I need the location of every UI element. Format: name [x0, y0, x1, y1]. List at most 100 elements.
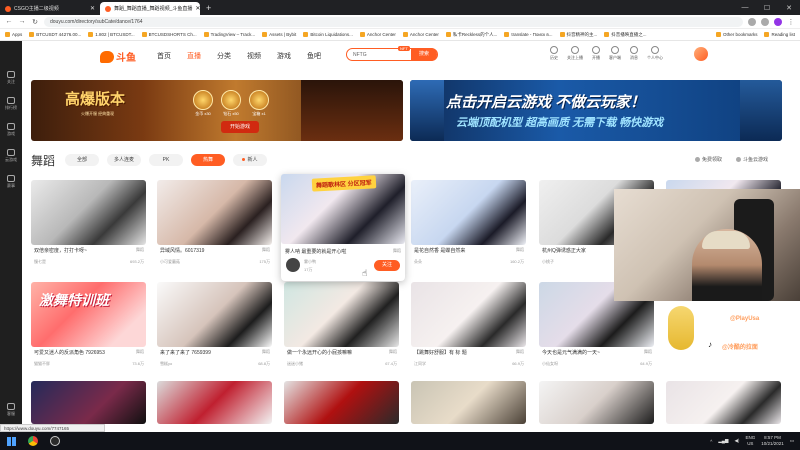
filter-chip[interactable]: PK	[149, 154, 183, 166]
other-bookmarks[interactable]: Other bookmarks	[715, 32, 757, 37]
chevron-up-icon[interactable]: ^	[710, 439, 712, 444]
profile-center-button[interactable]: 个人中心	[647, 46, 663, 61]
bookmark-item[interactable]: 私卡Reckless的个人...	[445, 32, 497, 38]
douyu-logo[interactable]: 斗鱼	[100, 49, 136, 64]
sidebar-item-esports[interactable]: 赛事	[7, 175, 15, 189]
language-indicator[interactable]: ENG US	[745, 435, 755, 447]
stream-thumbnail[interactable]	[157, 381, 272, 424]
stream-thumbnail[interactable]	[411, 180, 526, 245]
close-icon[interactable]: ✕	[90, 5, 95, 12]
nav-item-fishbar[interactable]: 鱼吧	[307, 51, 321, 61]
cloud-game-link[interactable]: 斗鱼云游戏	[736, 156, 768, 163]
start-game-button[interactable]: 开始游戏	[221, 121, 259, 133]
search-button[interactable]: 搜索	[411, 48, 437, 61]
stream-thumbnail[interactable]	[411, 282, 526, 347]
stream-thumbnail[interactable]	[666, 381, 781, 424]
stream-card[interactable]: 【跳舞好舒服】有 标 题 舞蹈 江同学 66.9万	[411, 282, 526, 375]
stream-thumbnail[interactable]: 激舞特训班	[31, 282, 146, 347]
stream-card[interactable]	[666, 381, 781, 424]
clock[interactable]: 8:57 PM 10/21/2021	[761, 435, 784, 447]
stream-thumbnail[interactable]	[411, 381, 526, 424]
stream-card[interactable]	[31, 381, 146, 424]
sidebar-item-service[interactable]: 客服	[7, 403, 15, 417]
stream-thumbnail[interactable]	[31, 381, 146, 424]
browser-tab[interactable]: CSGO主播二级视频 ✕	[0, 2, 100, 15]
taskbar-app-obs[interactable]	[44, 432, 66, 450]
bookmark-item[interactable]: Apps	[5, 32, 22, 37]
reading-list[interactable]: Reading list	[764, 32, 795, 37]
reload-icon[interactable]: ↻	[31, 18, 39, 26]
go-live-button[interactable]: 开播	[592, 46, 600, 61]
stream-thumbnail[interactable]	[31, 180, 146, 245]
forward-icon[interactable]: →	[18, 18, 26, 25]
close-window-icon[interactable]: ✕	[778, 4, 800, 12]
stream-thumbnail[interactable]: 舞蹈歌林区 分区冠军	[281, 174, 405, 244]
stream-card[interactable]	[284, 381, 399, 424]
stream-card[interactable]: 来了来了来了 7659399 舞蹈 雪糕yo 68.8万	[157, 282, 272, 375]
following-button[interactable]: 关注上播	[567, 46, 583, 61]
stream-thumbnail[interactable]	[284, 282, 399, 347]
extension-icon[interactable]	[761, 17, 769, 26]
extension-icon[interactable]	[748, 17, 756, 26]
bookmark-item[interactable]: 抖音播映直播之...	[604, 32, 647, 38]
bookmark-item[interactable]: Anchor Center	[402, 32, 439, 37]
start-button[interactable]	[0, 432, 22, 450]
free-claim-link[interactable]: 免费领取	[695, 156, 722, 163]
taskbar-app-chrome[interactable]	[22, 432, 44, 450]
sidebar-item-ranking[interactable]: 排行榜	[5, 97, 17, 111]
browser-tab-active[interactable]: 舞蹈_舞蹈直播_舞蹈视频_斗鱼直播 ✕	[100, 2, 200, 15]
avatar[interactable]	[286, 258, 300, 272]
stream-thumbnail[interactable]	[539, 381, 654, 424]
search-box[interactable]: NFTG 搜索	[346, 48, 438, 61]
nav-item-home[interactable]: 首页	[157, 51, 171, 61]
notification-icon[interactable]: ▭	[790, 438, 794, 444]
stream-card[interactable]	[157, 381, 272, 424]
nav-item-video[interactable]: 视频	[247, 51, 261, 61]
stream-thumbnail[interactable]	[157, 282, 272, 347]
avatar[interactable]	[694, 47, 708, 61]
bookmark-item[interactable]: 1.802 | BTCUSDT...	[88, 32, 135, 37]
sidebar-item-game[interactable]: 游戏	[7, 123, 15, 137]
nav-item-category[interactable]: 分类	[217, 51, 231, 61]
client-button[interactable]: 客户端	[609, 46, 621, 61]
bookmark-item[interactable]: BTCUSDSHORTS Ch...	[141, 32, 197, 37]
stream-card[interactable]	[539, 381, 654, 424]
maximize-icon[interactable]: ☐	[756, 4, 778, 12]
bookmark-item[interactable]: Anchor Center	[359, 32, 396, 37]
bookmark-item[interactable]: Bitcoin Liquidations...	[303, 32, 353, 37]
bookmark-item[interactable]: 抖音精神的主...	[559, 32, 597, 38]
back-icon[interactable]: ←	[5, 18, 13, 25]
stream-card[interactable]: 激舞特训班 可爱又迷人的反派角色 7926953 舞蹈 猫猫不胖 73.6万	[31, 282, 146, 375]
history-button[interactable]: 历史	[550, 46, 558, 61]
cloud-game-banner[interactable]: 点击开启云游戏 不做云玩家！ 云端顶配机型 超高画质 无需下载 畅快游戏	[410, 80, 782, 141]
stream-card[interactable]: 做一个永远开心的小屁孩嘛嘛 舞蹈 迷迷小猪 67.4万	[284, 282, 399, 375]
stream-card[interactable]	[411, 381, 526, 424]
stream-thumbnail[interactable]	[157, 180, 272, 245]
filter-chip-active[interactable]: 热舞	[191, 154, 225, 166]
nav-item-games[interactable]: 游戏	[277, 51, 291, 61]
minimize-icon[interactable]: —	[734, 4, 756, 11]
bookmark-item[interactable]: TradingView – Track...	[203, 32, 255, 37]
messages-button[interactable]: 消息	[630, 46, 638, 61]
filter-chip[interactable]: 多人连麦	[107, 154, 141, 166]
sidebar-item-cloud-game[interactable]: 云游戏	[5, 149, 17, 163]
stream-thumbnail[interactable]	[284, 381, 399, 424]
follow-button[interactable]: 关注	[374, 260, 400, 271]
sidebar-item-follow[interactable]: 关注	[7, 71, 15, 85]
filter-chip[interactable]: 全部	[65, 154, 99, 166]
bookmark-item[interactable]: BTCUSDT 44276.00...	[29, 32, 81, 37]
game-banner-left[interactable]: 高爆版本 火爆开服 经典重现 金币 x30 钻石 x50 宝箱 x1 开始游戏	[31, 80, 403, 141]
network-icon[interactable]: ▂▄▆	[718, 438, 728, 444]
stream-card[interactable]: 异域风情。6017319 舞蹈 小可爱蘑菇 175万	[157, 180, 272, 273]
profile-icon[interactable]	[774, 17, 782, 26]
stream-card[interactable]: 双倍亲密度，打打卡呀~ 舞蹈 慢七是 693.2万	[31, 180, 146, 273]
stream-card[interactable]: 是花自然香 是蝶自然来 舞蹈 朵朵 160.2万	[411, 180, 526, 273]
menu-icon[interactable]: ⋮	[787, 18, 795, 26]
url-field[interactable]: douyu.com/directory/subCate/dance/1764	[44, 16, 743, 27]
bookmark-item[interactable]: Assets | Bybit	[262, 32, 296, 37]
new-tab-button[interactable]: +	[200, 2, 217, 15]
nav-item-live[interactable]: 直播	[187, 51, 201, 61]
stream-card-hovered[interactable]: 舞蹈歌林区 分区冠军 雾人呐 最重要的就是开心啦 舞蹈 雾小鸭 17万 关注	[281, 174, 405, 281]
bookmark-item[interactable]: translate - Поиск в...	[504, 32, 553, 37]
search-input[interactable]: NFTG	[353, 52, 367, 58]
